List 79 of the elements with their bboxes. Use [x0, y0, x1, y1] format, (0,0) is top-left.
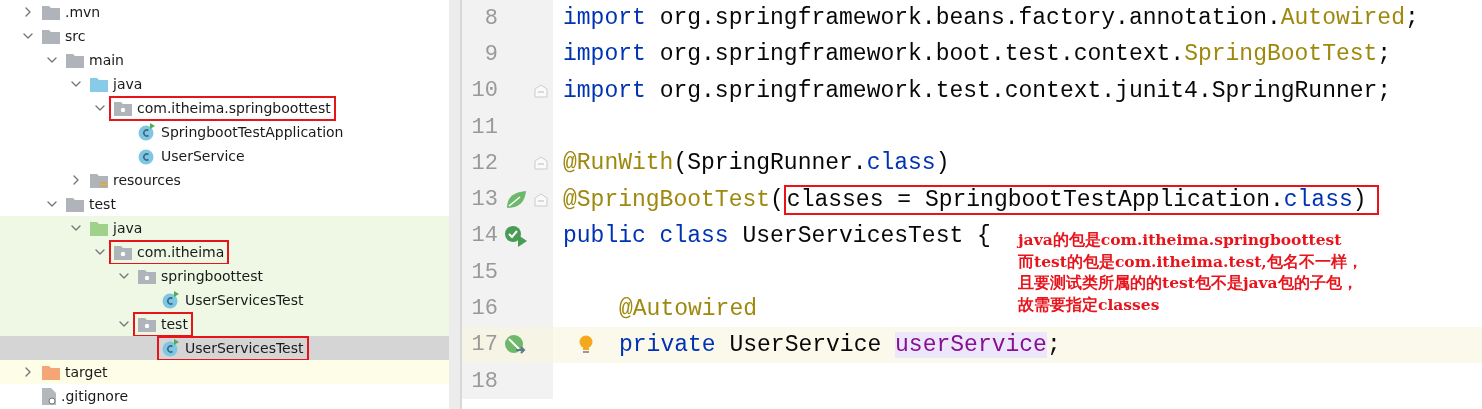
tree-item-label[interactable]: UserService: [161, 148, 245, 164]
class-icon: [162, 339, 180, 357]
code-keyword: import: [563, 5, 646, 32]
lightbulb-icon[interactable]: [577, 334, 595, 355]
file-icon: [42, 387, 56, 405]
folder-icon: [42, 28, 60, 44]
tree-item-label[interactable]: main: [89, 52, 124, 68]
tree-item-label[interactable]: src: [65, 28, 86, 44]
code-text: org.springframework.beans.factory.annotation.: [658, 5, 1281, 32]
line-number: 17: [470, 332, 498, 358]
folder-icon: [66, 196, 84, 212]
tree-item-label[interactable]: .mvn: [65, 4, 101, 20]
tree-item-label[interactable]: java: [113, 220, 143, 236]
tree-item-label[interactable]: java: [113, 76, 143, 92]
run-icon[interactable]: [504, 224, 528, 247]
annotation-note-line: 故需要指定classes: [1018, 293, 1161, 315]
code-text: UserService: [728, 331, 883, 358]
code-text: ;: [1377, 41, 1392, 68]
injection-icon[interactable]: [504, 333, 528, 356]
package-icon: [114, 244, 132, 260]
code-text: UserServicesTest {: [741, 222, 991, 249]
folder-icon: [90, 76, 108, 92]
tree-item-label[interactable]: springboottest: [161, 268, 263, 284]
code-annotation: SpringBootTest: [1184, 41, 1378, 68]
fold-icon[interactable]: [534, 156, 548, 171]
line-number: 12: [470, 150, 498, 176]
folder-icon: [42, 364, 60, 380]
code-text: ): [1352, 186, 1367, 213]
code-text: org.springframework.boot.test.context.: [658, 41, 1185, 68]
annotation-note-line: java的包是com.itheima.springboottest: [1018, 229, 1343, 251]
scrollbar[interactable]: [449, 0, 462, 409]
tree-item-label[interactable]: UserServicesTest: [185, 292, 304, 308]
code-text: (: [770, 186, 784, 213]
code-annotation: @RunWith: [563, 150, 674, 177]
line-number: 15: [470, 259, 498, 285]
class-icon: [138, 147, 156, 165]
tree-item-label[interactable]: test: [89, 196, 116, 212]
line-number: 10: [470, 78, 498, 104]
line-number: 13: [470, 187, 498, 213]
folder-icon: [42, 4, 60, 20]
folder-icon: [66, 52, 84, 68]
code-keyword: class: [1283, 186, 1353, 213]
leaf-icon[interactable]: [505, 189, 527, 210]
code-text: ;: [1404, 5, 1419, 32]
code-text: (SpringRunner.: [673, 150, 867, 177]
line-number: 18: [470, 368, 498, 394]
code-keyword: import: [563, 77, 646, 104]
line-number: 8: [483, 5, 498, 31]
code-text: ;: [1046, 331, 1061, 358]
code-text: classes = SpringbootTestApplication.: [786, 186, 1284, 213]
class-icon: [162, 291, 180, 309]
code-keyword: import: [563, 41, 646, 68]
fold-icon[interactable]: [534, 83, 548, 98]
code-annotation: @Autowired: [619, 295, 758, 322]
tree-item-label[interactable]: target: [65, 364, 108, 380]
folder-icon: [90, 220, 108, 236]
code-annotation: Autowired: [1280, 5, 1405, 32]
code-annotation: @SpringBootTest: [563, 186, 771, 213]
tree-item-label[interactable]: SpringbootTestApplication: [161, 124, 344, 140]
package-icon: [114, 100, 132, 116]
code-keyword: class: [866, 150, 936, 177]
tree-item-label[interactable]: resources: [113, 172, 181, 188]
tree-item-label[interactable]: .gitignore: [61, 388, 128, 404]
code-keyword: private: [619, 331, 716, 358]
code-keyword: public class: [563, 222, 729, 249]
code-field: userService: [895, 331, 1047, 358]
line-number: 9: [483, 41, 498, 67]
annotation-note-line: 而test的包是com.itheima.test,包名不一样，: [1018, 250, 1363, 272]
package-icon: [138, 316, 156, 332]
package-icon: [138, 268, 156, 284]
code-text: org.springframework.test.context.junit4.SpringRunner;: [658, 77, 1392, 104]
fold-icon[interactable]: [534, 192, 548, 207]
resources-folder-icon: [90, 172, 108, 188]
line-number: 11: [470, 114, 498, 140]
annotation-note-line: 且要测试类所属的的test包不是java包的子包，: [1018, 272, 1359, 294]
code-text: ): [935, 150, 950, 177]
line-number: 14: [470, 223, 498, 249]
class-icon: [138, 123, 156, 141]
line-number: 16: [470, 296, 498, 321]
